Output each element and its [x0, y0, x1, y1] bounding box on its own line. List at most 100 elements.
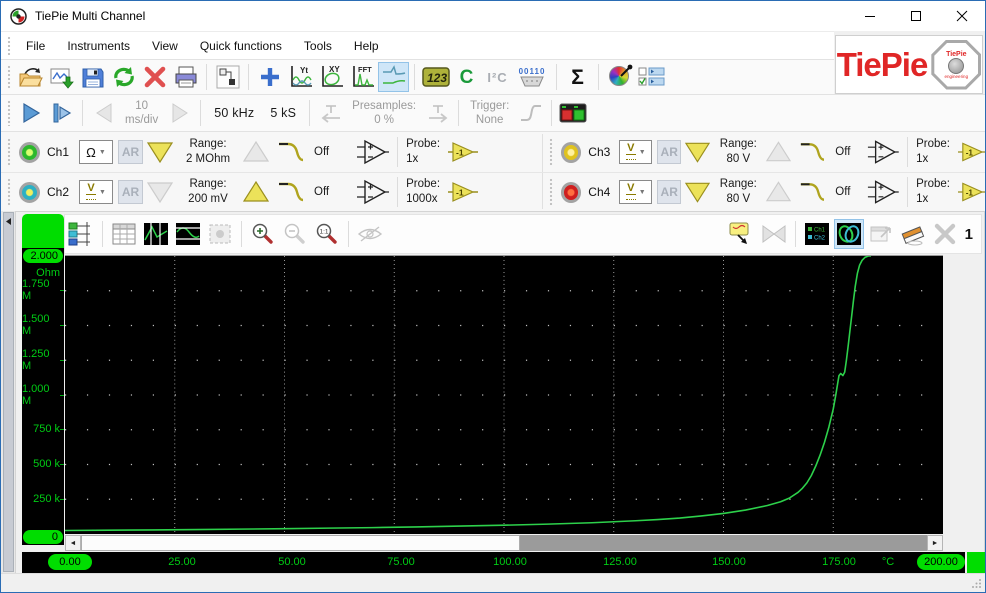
- minimize-button[interactable]: [847, 1, 893, 31]
- ch4-autorange-button[interactable]: AR: [657, 180, 681, 204]
- ch1-probe-gain-icon[interactable]: -1: [448, 141, 478, 163]
- ch1-coupling-select[interactable]: Ω▼: [79, 140, 113, 164]
- clear-graph-button[interactable]: [898, 219, 928, 249]
- ch3-led[interactable]: [561, 142, 581, 163]
- y-axis-max-pill[interactable]: 2.000 M: [23, 249, 63, 263]
- ch4-coupling-select[interactable]: V▼: [619, 180, 652, 204]
- y-axis-min-pill[interactable]: 0: [23, 530, 63, 544]
- close-graph-button[interactable]: [930, 219, 960, 249]
- serial-button[interactable]: 00110: [513, 62, 551, 92]
- ch2-range-decrease-button[interactable]: [146, 180, 174, 204]
- vertical-cursors-button[interactable]: [141, 219, 171, 249]
- ch1-autorange-button[interactable]: AR: [118, 140, 143, 164]
- plot-hscrollbar[interactable]: ◄ ►: [65, 535, 943, 551]
- menu-help[interactable]: Help: [343, 39, 390, 53]
- timebase-decrease-button[interactable]: [88, 98, 119, 128]
- colors-button[interactable]: [604, 62, 635, 92]
- ch1-differential-icon[interactable]: [355, 139, 389, 165]
- scroll-right-button[interactable]: ►: [927, 535, 943, 551]
- presamples-decrease-button[interactable]: [315, 98, 346, 128]
- start-button[interactable]: [15, 98, 46, 128]
- horizontal-cursors-button[interactable]: [173, 219, 203, 249]
- ch1-range-decrease-button[interactable]: [146, 140, 174, 164]
- refresh-button[interactable]: [108, 62, 139, 92]
- xy-mode-button[interactable]: [834, 219, 864, 249]
- y-axis[interactable]: 2.000 M Ohm 1.750 M 1.500 M 1.250 M 1.00…: [22, 248, 64, 545]
- ch2-autorange-button[interactable]: AR: [118, 180, 143, 204]
- ch4-filter-icon[interactable]: [798, 180, 827, 204]
- ch1-filter-icon[interactable]: [276, 140, 306, 164]
- ch2-range-increase-button[interactable]: [242, 180, 270, 204]
- instrument-button[interactable]: [557, 98, 588, 128]
- meter-button[interactable]: 123: [420, 62, 451, 92]
- export-graph-button[interactable]: [866, 219, 896, 249]
- line-graph-button[interactable]: [378, 62, 409, 92]
- channel-visibility-button[interactable]: [635, 62, 669, 92]
- ch2-probe-gain-icon[interactable]: -1: [448, 181, 478, 203]
- ch4-range-increase-button[interactable]: [765, 180, 792, 204]
- x-axis-scrollbar[interactable]: [967, 552, 986, 573]
- ch3-probe-gain-icon[interactable]: -1: [958, 141, 986, 163]
- ch4-led[interactable]: [561, 182, 581, 203]
- ch3-range-decrease-button[interactable]: [684, 140, 711, 164]
- ch1-range-increase-button[interactable]: [242, 140, 270, 164]
- oneshot-button[interactable]: [46, 98, 77, 128]
- save-button[interactable]: [77, 62, 108, 92]
- panel-splitter[interactable]: [3, 212, 14, 572]
- menu-view[interactable]: View: [141, 39, 189, 53]
- ch3-differential-icon[interactable]: [866, 139, 899, 165]
- envelope-button[interactable]: [759, 219, 789, 249]
- timebase-increase-button[interactable]: [164, 98, 195, 128]
- yt-graph-button[interactable]: Yt: [285, 62, 316, 92]
- celsius-meter-button[interactable]: C: [451, 62, 482, 92]
- zoom-reset-button[interactable]: 1:1: [312, 219, 342, 249]
- plot-area[interactable]: [65, 255, 943, 534]
- menu-tools[interactable]: Tools: [293, 39, 343, 53]
- zoom-region-button[interactable]: [205, 219, 235, 249]
- zoom-in-button[interactable]: [248, 219, 278, 249]
- maximize-button[interactable]: [893, 1, 939, 31]
- ch4-range-decrease-button[interactable]: [684, 180, 711, 204]
- ch2-filter-icon[interactable]: [276, 180, 306, 204]
- scroll-thumb[interactable]: [81, 535, 520, 551]
- scroll-left-button[interactable]: ◄: [65, 535, 81, 551]
- resize-grip-icon[interactable]: [970, 577, 983, 590]
- menu-file[interactable]: File: [15, 39, 56, 53]
- ch3-coupling-select[interactable]: V▼: [619, 140, 652, 164]
- ch4-probe-gain-icon[interactable]: -1: [958, 181, 986, 203]
- object-tree-button[interactable]: [212, 62, 243, 92]
- svg-text:FFT: FFT: [358, 65, 372, 74]
- ch1-led[interactable]: [19, 142, 40, 163]
- menu-quick-functions[interactable]: Quick functions: [189, 39, 293, 53]
- ch3-range-increase-button[interactable]: [765, 140, 792, 164]
- ch2-coupling-select[interactable]: V▼: [79, 180, 113, 204]
- delete-button[interactable]: [139, 62, 170, 92]
- legend-button[interactable]: Ch1 Ch2: [802, 219, 832, 249]
- ch3-autorange-button[interactable]: AR: [657, 140, 681, 164]
- close-button[interactable]: [939, 1, 985, 31]
- export-image-button[interactable]: [46, 62, 77, 92]
- data-table-button[interactable]: [109, 219, 139, 249]
- x-axis[interactable]: 0.00 25.00 50.00 75.00 100.00 125.00 150…: [22, 552, 965, 573]
- add-comment-button[interactable]: [727, 219, 757, 249]
- xy-graph-button[interactable]: XY: [316, 62, 347, 92]
- menu-instruments[interactable]: Instruments: [56, 39, 141, 53]
- open-button[interactable]: [15, 62, 46, 92]
- ch2-led[interactable]: [19, 182, 40, 203]
- add-graph-button[interactable]: [254, 62, 285, 92]
- i2c-button[interactable]: I²C: [482, 62, 513, 92]
- ch3-filter-icon[interactable]: [798, 140, 827, 164]
- autoscale-button[interactable]: [355, 219, 385, 249]
- fft-graph-button[interactable]: FFT: [347, 62, 378, 92]
- sum-button[interactable]: Σ: [562, 62, 593, 92]
- ch4-differential-icon[interactable]: [866, 179, 899, 205]
- trigger-edge-button[interactable]: [515, 98, 546, 128]
- source-settings-button[interactable]: [66, 219, 96, 249]
- y-axis-scrollbar[interactable]: [22, 214, 64, 248]
- print-button[interactable]: [170, 62, 201, 92]
- x-axis-max-pill[interactable]: 200.00: [917, 554, 965, 570]
- presamples-increase-button[interactable]: [422, 98, 453, 128]
- x-axis-min-pill[interactable]: 0.00: [48, 554, 92, 570]
- zoom-out-button[interactable]: [280, 219, 310, 249]
- ch2-differential-icon[interactable]: [355, 179, 389, 205]
